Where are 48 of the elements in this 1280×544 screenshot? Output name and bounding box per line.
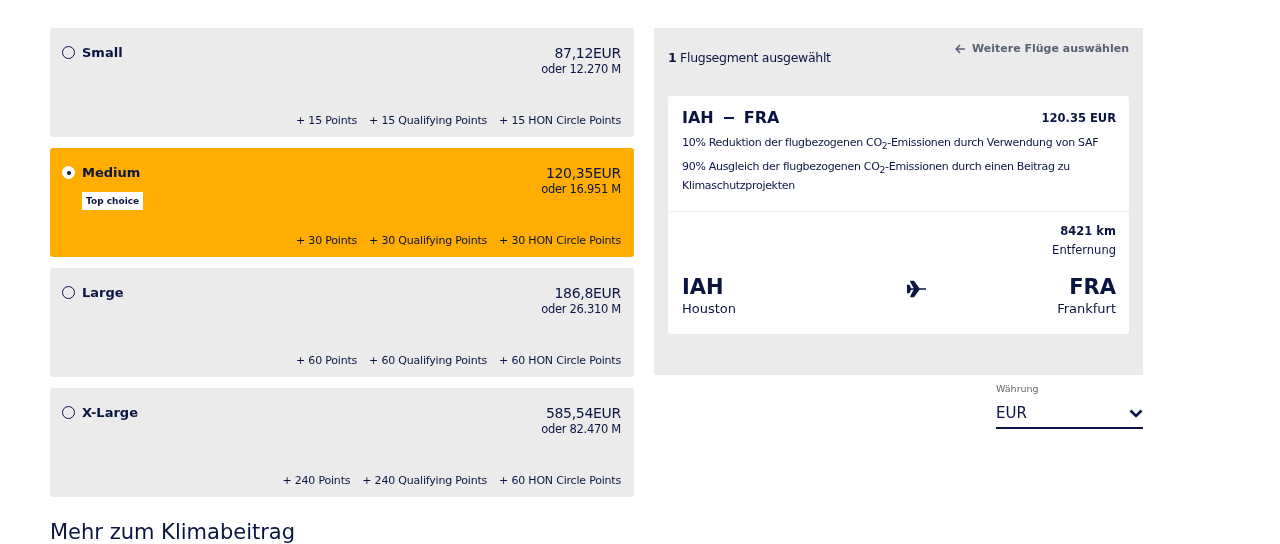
points-text: + 30 Qualifying Points: [369, 234, 488, 247]
segment-count-text: 1 Flugsegment ausgewählt: [668, 50, 831, 65]
points-text: + 60 HON Circle Points: [499, 354, 621, 367]
points-text: + 60 Points: [296, 354, 358, 367]
points-text: + 240 Qualifying Points: [362, 474, 488, 487]
route-code: FRA: [743, 108, 780, 127]
points-text: + 60 HON Circle Points: [499, 474, 621, 487]
airport-code: FRA: [1069, 275, 1116, 300]
field-label: Währung: [996, 383, 1040, 394]
city-name: Frankfurt: [1057, 301, 1116, 317]
points-text: + 60 Qualifying Points: [369, 354, 488, 367]
points-text: + 240 Points: [282, 474, 351, 487]
miles-price: oder 12.270 M: [541, 62, 621, 76]
points-text: + 30 Points: [296, 234, 358, 247]
chevron-down-icon: [1129, 408, 1143, 418]
option-name: Medium: [82, 165, 141, 180]
option-card[interactable]: Medium Top choice 120,35EUR oder 16.951 M + 30 Points + 30 Qualifying Points + 30 HON Circle Points: [50, 148, 634, 257]
option-card[interactable]: X-Large 585,54EUR oder 82.470 M + 240 Points + 240 Qualifying Points + 60 HON Circle Points: [50, 388, 634, 497]
airport-code: IAH: [682, 275, 725, 300]
points-text: + 15 Qualifying Points: [369, 114, 488, 127]
note-text: 10% Reduktion der flugbezogenen CO$_{2}$-Emissionen durch Verwendung von SAF: [682, 135, 1100, 154]
note-text: 90% Ausgleich der flugbezogenen CO$_{2}$-Emissionen durch einen Beitrag zu Klimaschutzprojekten: [682, 159, 1071, 195]
section-heading: Mehr zum Klimabeitrag: [50, 520, 297, 544]
currency-dropdown[interactable]: EUR: [996, 394, 1143, 429]
option-card[interactable]: Large 186,8EUR oder 26.310 M + 60 Points + 60 Qualifying Points + 60 HON Circle Points: [50, 268, 634, 377]
distance-label: Entfernung: [1052, 243, 1116, 258]
option-price: 120,35EUR: [545, 165, 621, 181]
option-card[interactable]: Small 87,12EUR oder 12.270 M + 15 Points + 15 Qualifying Points + 15 HON Circle Points: [50, 28, 634, 137]
city-name: Houston: [682, 301, 737, 317]
option-price: 585,54EUR: [545, 405, 621, 421]
option-name: X-Large: [82, 405, 138, 420]
distance-value: 8421 km: [1060, 224, 1116, 239]
points-text: + 15 Points: [296, 114, 358, 127]
option-price: 87,12EUR: [554, 45, 621, 61]
top-choice-badge: Top choice: [82, 192, 144, 210]
option-price: 186,8EUR: [554, 285, 621, 301]
back-link[interactable]: Weitere Flüge auswählen: [955, 42, 1129, 55]
miles-price: oder 16.951 M: [541, 182, 621, 196]
airplane-icon: [906, 280, 927, 299]
route-code: IAH: [682, 108, 714, 127]
flight-price: 120.35 EUR: [1041, 110, 1116, 125]
option-name: Small: [82, 45, 123, 60]
points-text: + 15 HON Circle Points: [499, 114, 621, 127]
option-name: Large: [82, 285, 124, 300]
points-text: + 30 HON Circle Points: [499, 234, 621, 247]
arrow-left-icon: [955, 43, 967, 54]
miles-price: oder 26.310 M: [541, 302, 621, 316]
miles-price: oder 82.470 M: [541, 422, 621, 436]
